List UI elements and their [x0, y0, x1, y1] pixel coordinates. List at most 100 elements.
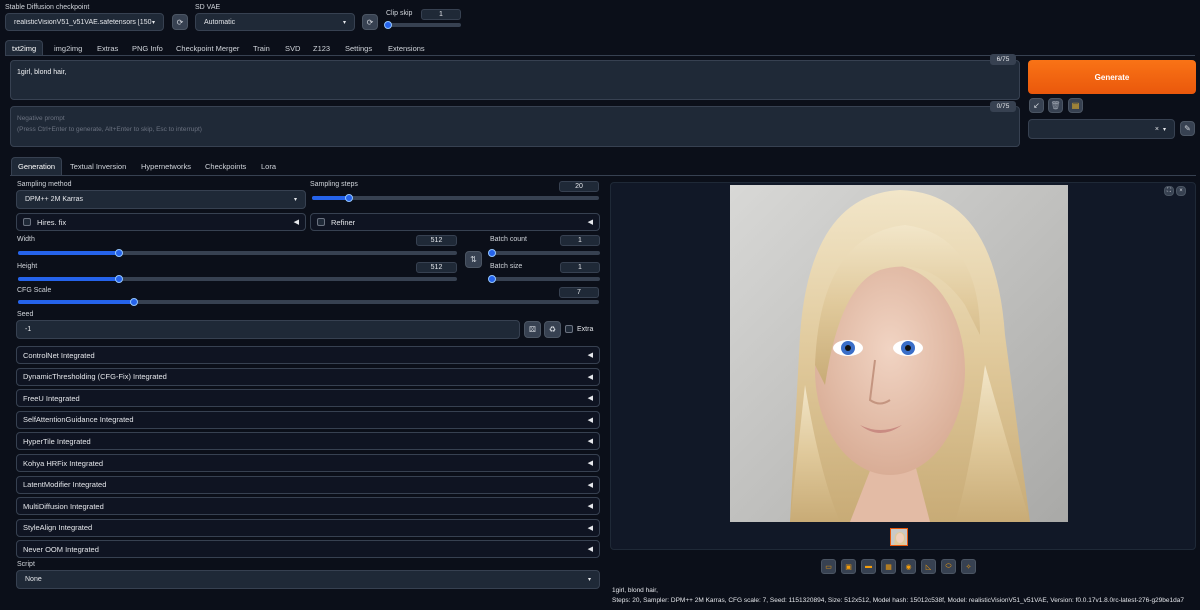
slider-thumb[interactable] — [384, 21, 392, 29]
accordion-kohya-hrfix-integrated[interactable]: Kohya HRFix Integrated ◀ — [16, 454, 600, 472]
collapse-triangle-icon: ◀ — [587, 438, 593, 446]
clip-skip-input[interactable]: 1 — [421, 9, 461, 20]
open-folder-button[interactable]: ▭ — [821, 559, 836, 574]
send-to-extras-button[interactable]: ◺ — [921, 559, 936, 574]
refresh-vae-button[interactable]: ⟳ — [362, 14, 378, 30]
vae-dropdown[interactable]: Automatic ▾ — [195, 13, 355, 31]
generate-button[interactable]: Generate — [1028, 60, 1196, 94]
refiner-accordion[interactable]: Refiner ◀ — [310, 213, 600, 231]
tab-extras[interactable]: Extras — [97, 40, 118, 56]
collapse-triangle-icon: ◀ — [587, 373, 593, 381]
hires-fix-checkbox[interactable] — [23, 218, 31, 226]
clear-icon[interactable]: × — [1155, 126, 1159, 133]
negative-prompt-textarea[interactable]: Negative prompt (Press Ctrl+Enter to gen… — [10, 106, 1020, 147]
subtab-hypernetworks[interactable]: Hypernetworks — [141, 157, 191, 175]
generate-label: Generate — [1094, 72, 1130, 82]
sampling-steps-label: Sampling steps — [310, 181, 358, 188]
slider-thumb[interactable] — [114, 249, 123, 257]
height-slider[interactable] — [18, 275, 457, 283]
accordion-controlnet-integrated[interactable]: ControlNet Integrated ◀ — [16, 346, 600, 364]
sampling-method-dropdown[interactable]: DPM++ 2M Karras ▾ — [16, 190, 306, 209]
vae-value: Automatic — [204, 18, 236, 26]
accordion-hypertile-integrated[interactable]: HyperTile Integrated ◀ — [16, 432, 600, 451]
subtab-textual-inversion[interactable]: Textual Inversion — [70, 157, 126, 175]
accordion-never-oom-integrated[interactable]: Never OOM Integrated ◀ — [16, 540, 600, 559]
tab-svd[interactable]: SVD — [285, 40, 300, 56]
tab-settings[interactable]: Settings — [345, 40, 372, 56]
extra-checkbox[interactable] — [565, 325, 573, 333]
slider-thumb[interactable] — [488, 275, 496, 283]
tab-txt2img[interactable]: txt2img — [5, 40, 44, 56]
generated-image[interactable] — [730, 185, 1068, 522]
subtab-checkpoints[interactable]: Checkpoints — [205, 157, 246, 175]
extra-toggle[interactable]: Extra — [565, 325, 593, 333]
send-to-extras-icon: ◺ — [925, 563, 932, 571]
send-to-svd-button[interactable]: ⬭ — [941, 559, 956, 574]
accordion-stylealign-integrated[interactable]: StyleAlign Integrated ◀ — [16, 518, 600, 537]
close-image-button[interactable]: × — [1176, 186, 1186, 196]
accordion-selfattentionguidance-integrated[interactable]: SelfAttentionGuidance Integrated ◀ — [16, 410, 600, 429]
slider-thumb[interactable] — [345, 194, 354, 202]
batch-size-slider[interactable] — [488, 275, 600, 283]
reuse-seed-button[interactable]: ♻ — [544, 321, 561, 338]
swap-arrows-icon: ⇅ — [470, 255, 477, 264]
height-input[interactable]: 512 — [416, 262, 457, 273]
clear-prompt-button[interactable]: 🗑 — [1048, 98, 1063, 113]
accordion-freeu-integrated[interactable]: FreeU Integrated ◀ — [16, 389, 600, 408]
swap-dimensions-button[interactable]: ⇅ — [465, 251, 482, 268]
batch-size-input[interactable]: 1 — [560, 262, 600, 273]
slider-thumb[interactable] — [488, 249, 496, 257]
clip-skip-slider[interactable] — [384, 21, 461, 29]
random-seed-button[interactable]: ⚄ — [524, 321, 541, 338]
accordion-latentmodifier-integrated[interactable]: LatentModifier Integrated ◀ — [16, 475, 600, 494]
prompt-token-counter: 6/75 — [990, 54, 1016, 65]
slider-thumb[interactable] — [114, 275, 123, 283]
send-to-img2img-icon: ▦ — [885, 563, 892, 571]
fullscreen-button[interactable]: ⛶ — [1164, 186, 1174, 196]
prompt-textarea[interactable]: 1girl, blond hair, — [10, 60, 1020, 100]
read-params-button[interactable]: ↙ — [1029, 98, 1044, 113]
styles-dropdown[interactable]: × ▾ — [1028, 119, 1175, 139]
batch-count-input[interactable]: 1 — [560, 235, 600, 246]
sampling-steps-slider[interactable] — [312, 194, 599, 202]
accordion-dynamicthresholding-cfg-fix-integrated[interactable]: DynamicThresholding (CFG-Fix) Integrated… — [16, 367, 600, 386]
send-to-img2img-button[interactable]: ▦ — [881, 559, 896, 574]
width-slider[interactable] — [18, 249, 457, 257]
tab-train[interactable]: Train — [253, 40, 270, 56]
send-to-inpaint-button[interactable]: ◉ — [901, 559, 916, 574]
slider-thumb[interactable] — [130, 298, 139, 306]
tab-img2img[interactable]: img2img — [54, 40, 82, 56]
tab-png-info[interactable]: PNG Info — [132, 40, 163, 56]
tab-checkpoint-merger[interactable]: Checkpoint Merger — [176, 40, 239, 56]
gallery-thumbnail[interactable] — [890, 528, 908, 546]
zip-button[interactable]: ▬ — [861, 559, 876, 574]
sampling-steps-input[interactable]: 20 — [559, 181, 599, 192]
hires-fix-label: Hires. fix — [37, 217, 67, 227]
close-icon: × — [1179, 188, 1183, 194]
arrow-down-left-icon: ↙ — [1033, 101, 1040, 110]
tab-z123[interactable]: Z123 — [313, 40, 330, 56]
script-dropdown[interactable]: None ▾ — [16, 570, 600, 589]
accordion-multidiffusion-integrated[interactable]: MultiDiffusion Integrated ◀ — [16, 497, 600, 516]
save-button[interactable]: ▣ — [841, 559, 856, 574]
upscale-button[interactable]: ✧ — [961, 559, 976, 574]
subtab-lora[interactable]: Lora — [261, 157, 276, 175]
seed-label: Seed — [17, 311, 34, 318]
checkpoint-dropdown[interactable]: realisticVisionV51_v51VAE.safetensors [1… — [5, 13, 164, 31]
refresh-checkpoint-button[interactable]: ⟳ — [172, 14, 188, 30]
cfg-scale-input[interactable]: 7 — [559, 287, 599, 298]
fullscreen-icon: ⛶ — [1166, 187, 1172, 194]
seed-input[interactable]: -1 — [16, 320, 520, 339]
cfg-scale-slider[interactable] — [18, 298, 599, 306]
collapse-triangle-icon: ◀ — [587, 481, 593, 489]
refiner-checkbox[interactable] — [317, 218, 325, 226]
edit-styles-button[interactable]: ✎ — [1180, 121, 1195, 136]
subtab-generation[interactable]: Generation — [11, 157, 63, 175]
batch-count-slider[interactable] — [488, 249, 600, 257]
tab-extensions[interactable]: Extensions — [388, 40, 425, 56]
chevron-down-icon: ▾ — [342, 19, 346, 26]
seed-value: -1 — [25, 326, 32, 333]
hires-fix-accordion[interactable]: Hires. fix ◀ — [16, 213, 306, 231]
width-input[interactable]: 512 — [416, 235, 457, 246]
styles-button[interactable]: ▤ — [1068, 98, 1083, 113]
